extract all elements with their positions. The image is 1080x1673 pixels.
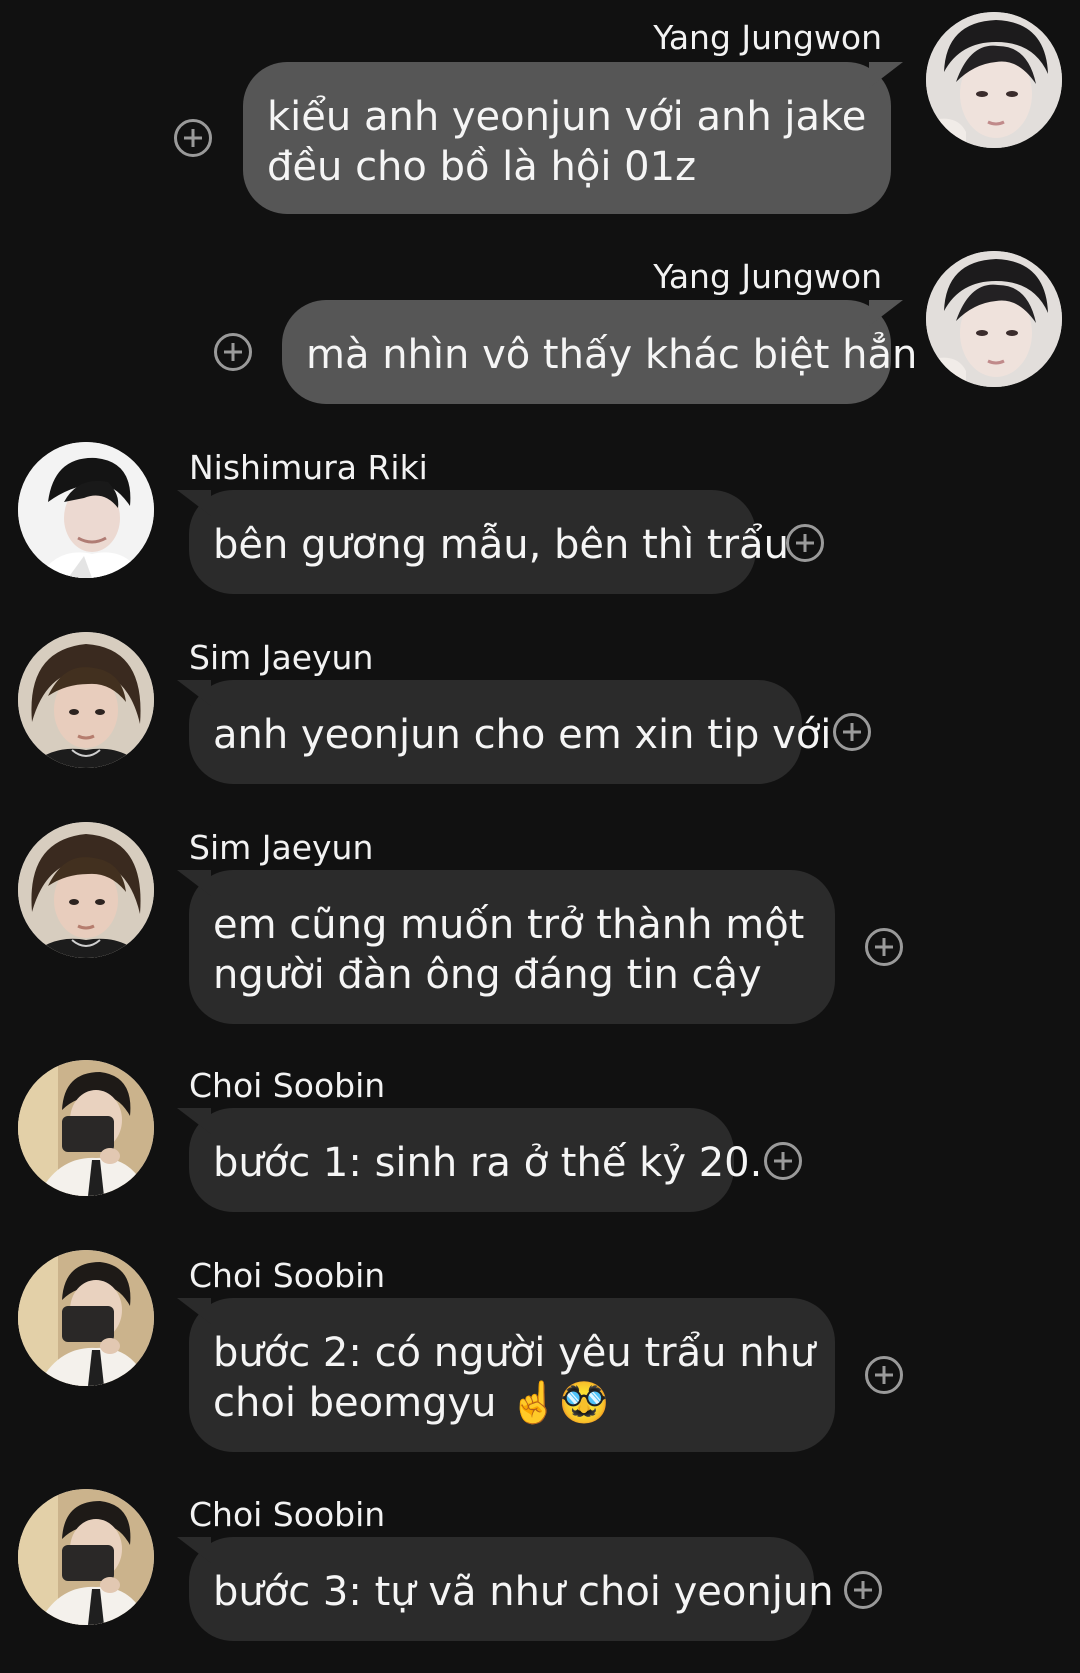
message-text: bên gương mẫu, bên thì trẩu [213, 522, 789, 568]
message-bubble[interactable]: anh yeonjun cho em xin tip với [189, 680, 832, 784]
sender-name: Yang Jungwon [653, 257, 882, 296]
avatar[interactable] [18, 1489, 154, 1625]
avatar[interactable] [18, 632, 154, 768]
sender-name: Choi Soobin [189, 1495, 386, 1534]
avatar-photo-riki [18, 442, 154, 578]
add-reaction-icon[interactable] [833, 713, 871, 751]
avatar[interactable] [18, 1250, 154, 1386]
message-bubble[interactable]: bước 1: sinh ra ở thế kỷ 20. [189, 1108, 763, 1212]
message-text: bước 2: có người yêu trẩu như [213, 1330, 816, 1376]
avatar-photo-soobin [18, 1250, 154, 1386]
message-text: bước 1: sinh ra ở thế kỷ 20. [213, 1140, 763, 1186]
add-reaction-icon[interactable] [764, 1142, 802, 1180]
avatar[interactable] [18, 442, 154, 578]
message-text: bước 3: tự vã như choi yeonjun [213, 1569, 834, 1615]
add-reaction-icon[interactable] [214, 333, 252, 371]
message-text: đều cho bồ là hội 01z [267, 144, 697, 190]
message-text: choi beomgyu ☝️🥸 [213, 1380, 609, 1426]
avatar[interactable] [18, 1060, 154, 1196]
sender-name: Choi Soobin [189, 1256, 386, 1295]
sender-name: Sim Jaeyun [189, 638, 374, 677]
message-bubble[interactable]: bước 3: tự vã như choi yeonjun [189, 1537, 834, 1641]
sender-name: Yang Jungwon [653, 18, 882, 57]
sender-name: Sim Jaeyun [189, 828, 374, 867]
message-text: người đàn ông đáng tin cậy [213, 952, 762, 998]
avatar[interactable] [18, 822, 154, 958]
message-bubble[interactable]: em cũng muốn trở thành một người đàn ông… [189, 870, 835, 1024]
avatar-photo-jungwon [926, 12, 1062, 148]
sender-name: Nishimura Riki [189, 448, 428, 487]
avatar-photo-jaeyun [18, 632, 154, 768]
avatar-photo-jaeyun [18, 822, 154, 958]
avatar-photo-soobin [18, 1489, 154, 1625]
avatar-photo-jungwon [926, 251, 1062, 387]
message-bubble[interactable]: kiểu anh yeonjun với anh jake đều cho bồ… [243, 62, 891, 214]
add-reaction-icon[interactable] [865, 928, 903, 966]
avatar-photo-soobin [18, 1060, 154, 1196]
avatar[interactable] [926, 12, 1062, 148]
add-reaction-icon[interactable] [174, 119, 212, 157]
message-text: kiểu anh yeonjun với anh jake [267, 94, 867, 140]
message-bubble[interactable]: bước 2: có người yêu trẩu như choi beomg… [189, 1298, 835, 1452]
message-text: mà nhìn vô thấy khác biệt hẳn [306, 332, 918, 378]
message-bubble[interactable]: mà nhìn vô thấy khác biệt hẳn [282, 300, 918, 404]
message-text: anh yeonjun cho em xin tip với [213, 712, 832, 758]
add-reaction-icon[interactable] [786, 524, 824, 562]
add-reaction-icon[interactable] [865, 1356, 903, 1394]
message-bubble[interactable]: bên gương mẫu, bên thì trẩu [189, 490, 789, 594]
sender-name: Choi Soobin [189, 1066, 386, 1105]
add-reaction-icon[interactable] [844, 1571, 882, 1609]
avatar[interactable] [926, 251, 1062, 387]
chat-thread: Yang Jungwon kiểu anh yeonjun với anh ja… [0, 0, 1080, 1673]
message-text: em cũng muốn trở thành một [213, 902, 805, 948]
